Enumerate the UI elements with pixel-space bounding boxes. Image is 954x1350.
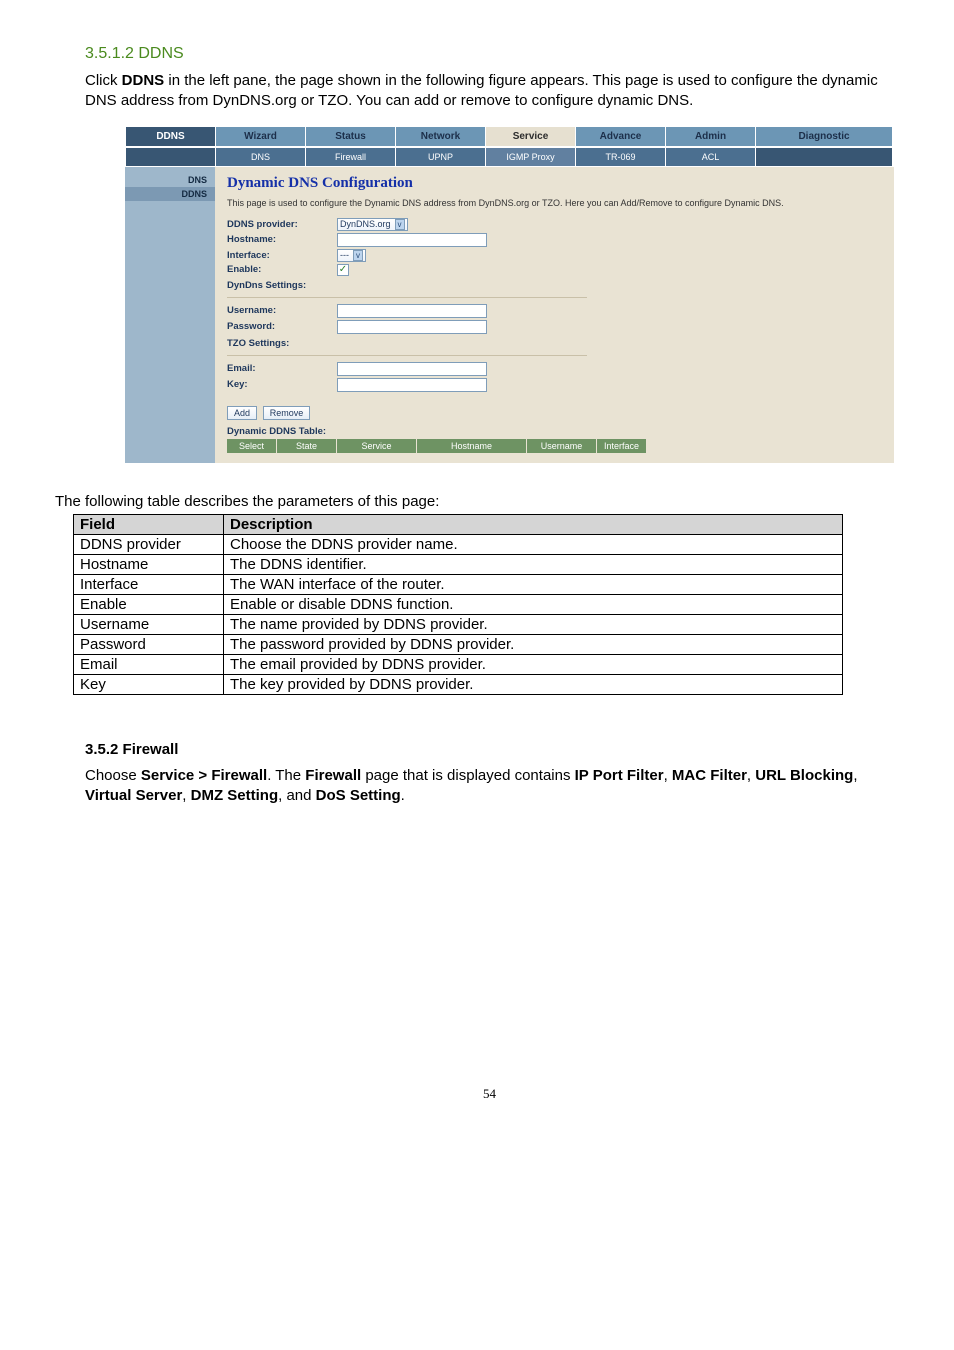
subtab-upnp[interactable]: UPNP: [396, 148, 486, 166]
subtab-tr069[interactable]: TR-069: [576, 148, 666, 166]
top-tab-row: DDNS Wizard Status Network Service Advan…: [125, 126, 894, 147]
tab-advance[interactable]: Advance: [576, 127, 666, 146]
divider: [227, 297, 587, 298]
page-title-ddns: DDNS: [126, 127, 216, 146]
tab-network[interactable]: Network: [396, 127, 486, 146]
key-label: Key:: [227, 379, 337, 390]
table-row: DDNS providerChoose the DDNS provider na…: [74, 534, 843, 554]
subtab-firewall[interactable]: Firewall: [306, 148, 396, 166]
router-screenshot: DDNS Wizard Status Network Service Advan…: [125, 126, 894, 463]
email-input[interactable]: [337, 362, 487, 376]
sub-blank: [126, 148, 216, 166]
th-state: State: [277, 439, 337, 453]
th-description: Description: [224, 514, 843, 534]
interface-select[interactable]: --- v: [337, 249, 366, 262]
param-table: Field Description DDNS providerChoose th…: [73, 514, 843, 695]
email-label: Email:: [227, 363, 337, 374]
tab-status[interactable]: Status: [306, 127, 396, 146]
tab-diagnostic[interactable]: Diagnostic: [756, 127, 893, 146]
intro-text: Click DDNS in the left pane, the page sh…: [85, 71, 894, 112]
table-row: UsernameThe name provided by DDNS provid…: [74, 614, 843, 634]
firewall-paragraph: Choose Service > Firewall. The Firewall …: [85, 766, 894, 807]
th-username: Username: [527, 439, 597, 453]
th-field: Field: [74, 514, 224, 534]
enable-label: Enable:: [227, 264, 337, 275]
config-title: Dynamic DNS Configuration: [227, 175, 882, 192]
sidebar-item-dns[interactable]: DNS: [125, 173, 215, 187]
hostname-input[interactable]: [337, 233, 487, 247]
provider-label: DDNS provider:: [227, 219, 337, 230]
param-table-caption: The following table describes the parame…: [55, 493, 894, 510]
page-number: 54: [85, 1086, 894, 1102]
section-heading-ddns: 3.5.1.2 DDNS: [85, 45, 894, 63]
sidebar-item-ddns[interactable]: DDNS: [125, 187, 215, 201]
sidebar: DNS DDNS: [125, 167, 215, 463]
th-select: Select: [227, 439, 277, 453]
table-row: HostnameThe DDNS identifier.: [74, 554, 843, 574]
divider: [227, 355, 587, 356]
tab-admin[interactable]: Admin: [666, 127, 756, 146]
tab-wizard[interactable]: Wizard: [216, 127, 306, 146]
subtab-dns[interactable]: DNS: [216, 148, 306, 166]
password-label: Password:: [227, 321, 337, 332]
provider-select[interactable]: DynDNS.org v: [337, 218, 408, 231]
subtab-acl[interactable]: ACL: [666, 148, 756, 166]
chevron-down-icon: v: [395, 219, 405, 230]
sub-tab-row: DNS Firewall UPNP IGMP Proxy TR-069 ACL: [125, 147, 894, 167]
interface-label: Interface:: [227, 250, 337, 261]
section-heading-firewall: 3.5.2 Firewall: [85, 741, 894, 758]
enable-checkbox[interactable]: ✓: [337, 264, 349, 276]
th-hostname: Hostname: [417, 439, 527, 453]
ddns-table-header: Select State Service Hostname Username I…: [227, 439, 647, 453]
table-row: EnableEnable or disable DDNS function.: [74, 594, 843, 614]
username-label: Username:: [227, 305, 337, 316]
intro-bold-ddns: DDNS: [122, 72, 165, 89]
th-interface: Interface: [597, 439, 647, 453]
password-input[interactable]: [337, 320, 487, 334]
chevron-down-icon: v: [353, 250, 363, 261]
remove-button[interactable]: Remove: [263, 406, 311, 420]
tzo-settings-label: TZO Settings:: [227, 338, 882, 349]
table-row: EmailThe email provided by DDNS provider…: [74, 654, 843, 674]
username-input[interactable]: [337, 304, 487, 318]
tab-service[interactable]: Service: [486, 127, 576, 146]
table-row: KeyThe key provided by DDNS provider.: [74, 674, 843, 694]
th-service: Service: [337, 439, 417, 453]
ddns-table-title: Dynamic DDNS Table:: [227, 426, 882, 437]
subtab-igmp[interactable]: IGMP Proxy: [486, 148, 576, 166]
table-row: PasswordThe password provided by DDNS pr…: [74, 634, 843, 654]
provider-value: DynDNS.org: [340, 219, 391, 229]
hostname-label: Hostname:: [227, 234, 337, 245]
config-panel: Dynamic DNS Configuration This page is u…: [215, 167, 894, 463]
dyndns-settings-label: DynDns Settings:: [227, 280, 882, 291]
sub-blank-right: [756, 148, 893, 166]
interface-value: ---: [340, 250, 349, 260]
key-input[interactable]: [337, 378, 487, 392]
add-button[interactable]: Add: [227, 406, 257, 420]
config-desc: This page is used to configure the Dynam…: [227, 198, 882, 208]
table-row: InterfaceThe WAN interface of the router…: [74, 574, 843, 594]
